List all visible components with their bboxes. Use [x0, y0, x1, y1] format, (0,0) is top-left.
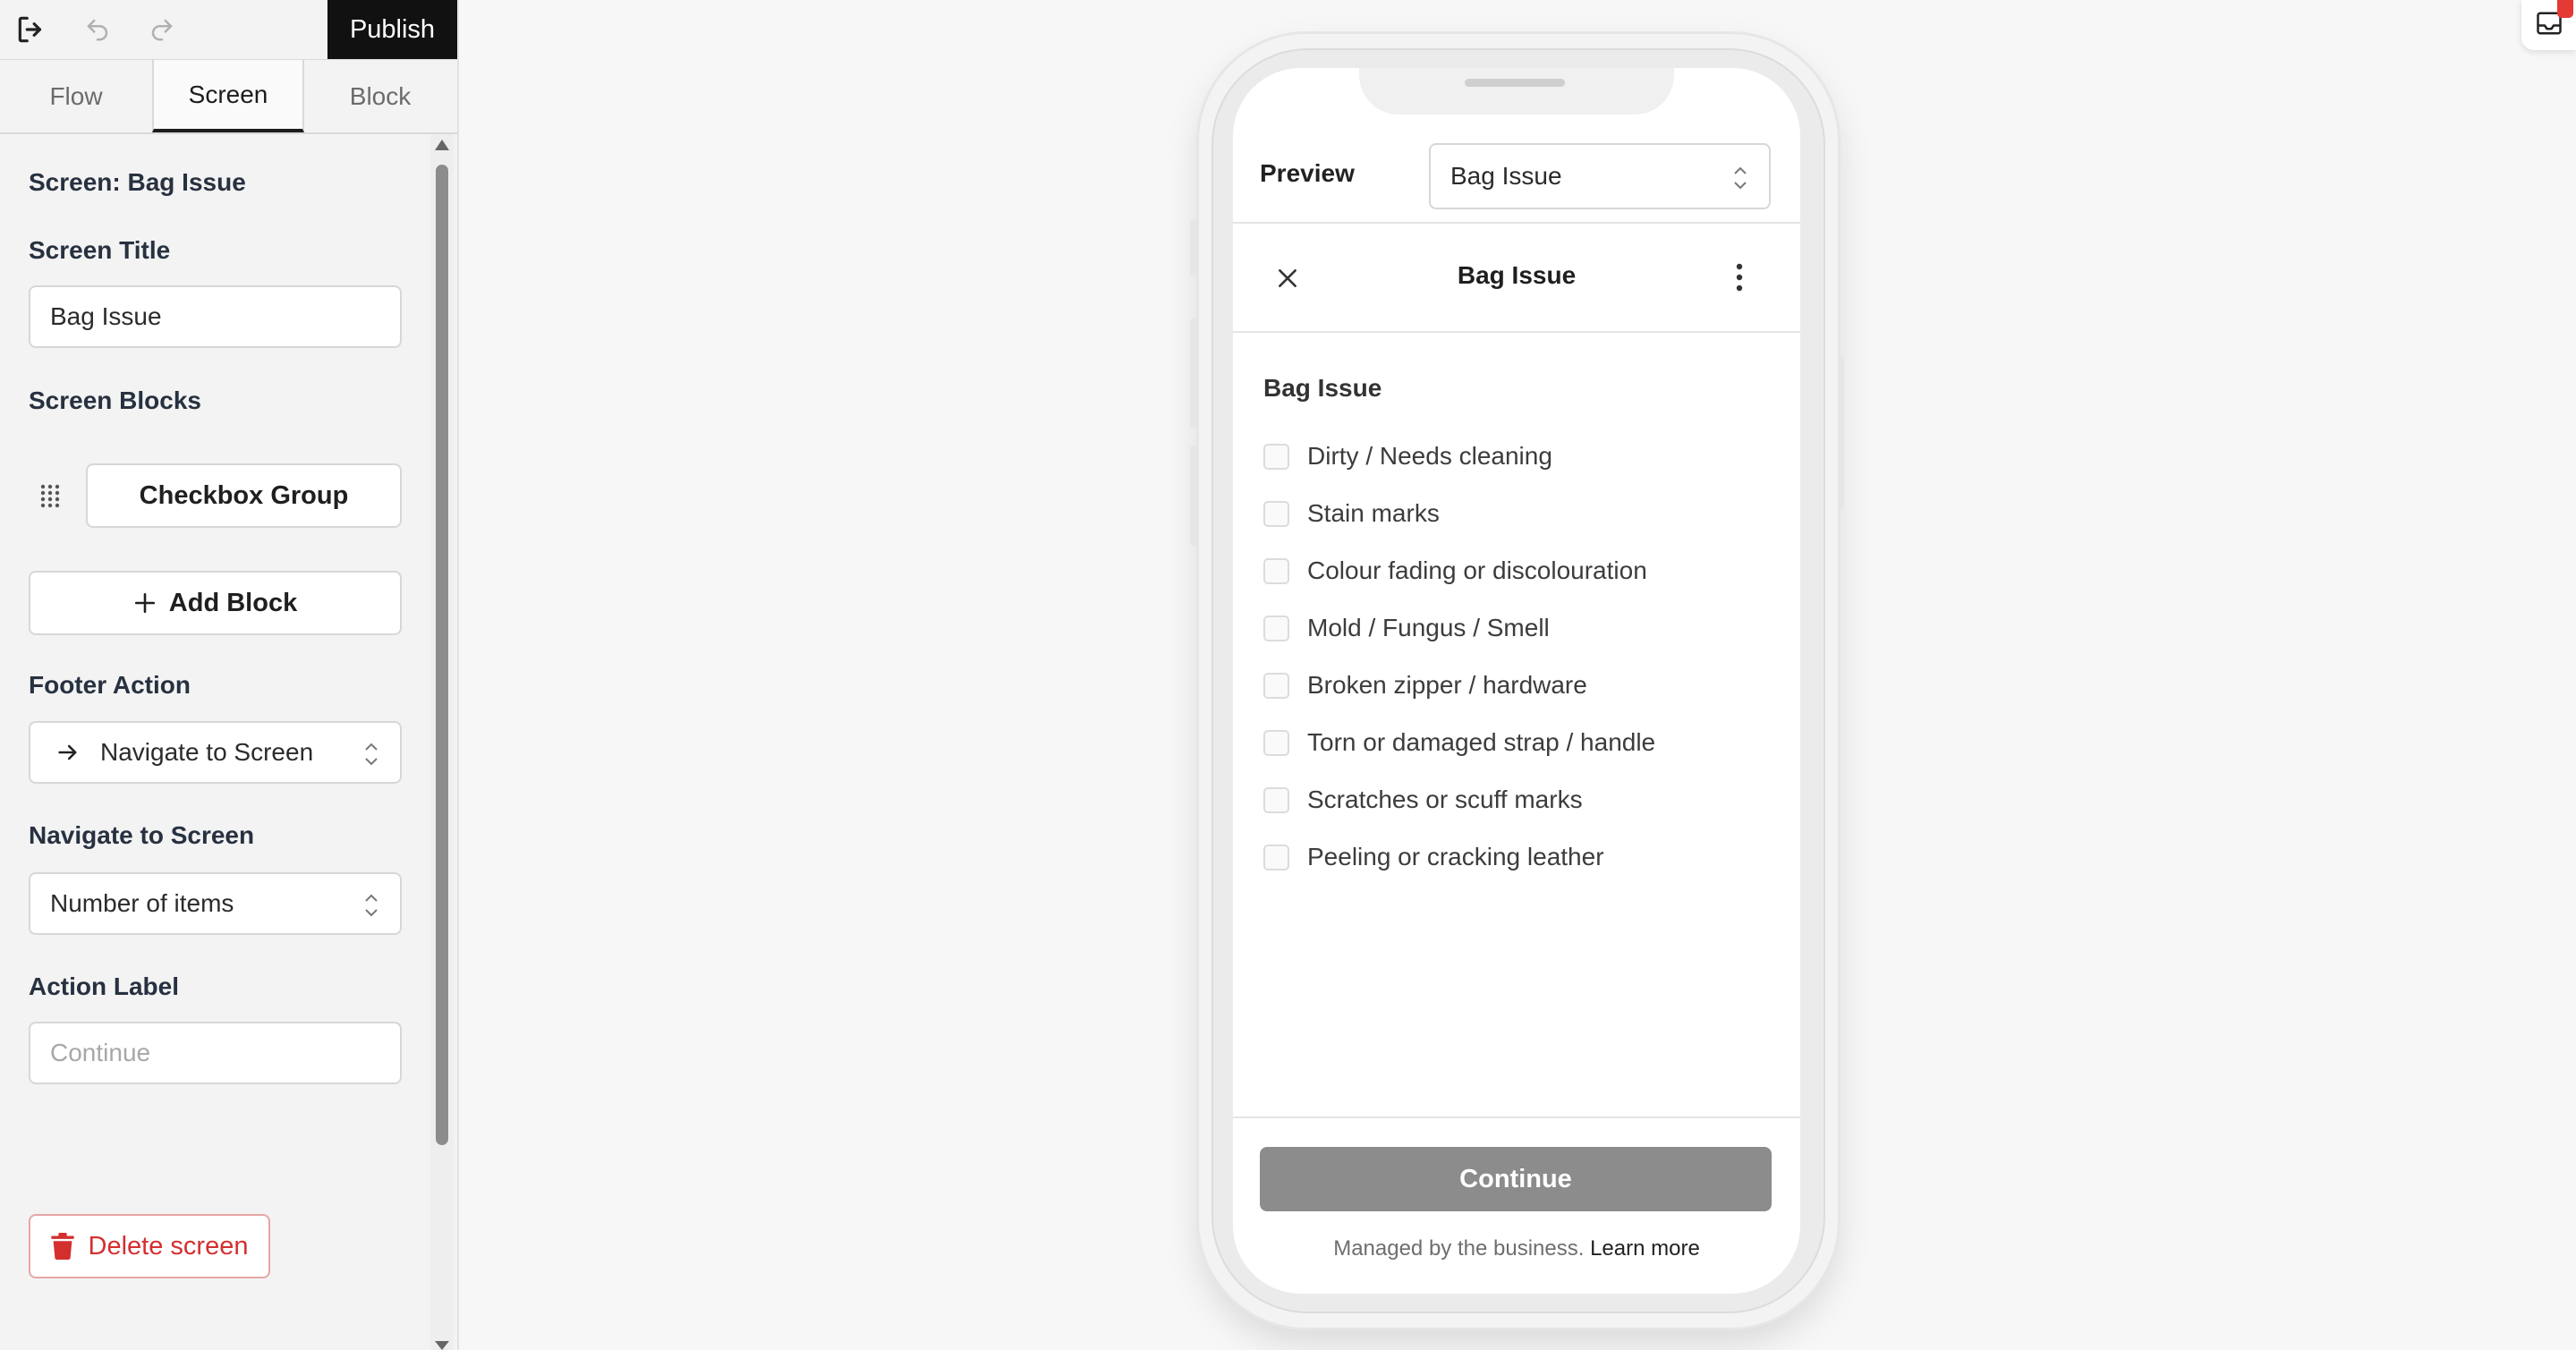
checkbox-option[interactable]: Dirty / Needs cleaning — [1263, 428, 1655, 485]
continue-button[interactable]: Continue — [1260, 1147, 1772, 1211]
panel-scrollbar[interactable] — [430, 134, 454, 1350]
checkbox-option-label: Peeling or cracking leather — [1307, 843, 1604, 870]
checkbox-option-label: Broken zipper / hardware — [1307, 671, 1587, 699]
checkbox-option[interactable]: Stain marks — [1263, 485, 1655, 542]
navigate-to-screen-value: Number of items — [50, 889, 234, 917]
checkbox[interactable] — [1263, 557, 1289, 584]
editor-panel: Publish Flow Screen Block Screen: Bag Is… — [0, 0, 459, 1350]
managed-notice: Managed by the business. Learn more — [1233, 1236, 1800, 1261]
checkbox[interactable] — [1263, 786, 1289, 813]
checkbox-option-label: Scratches or scuff marks — [1307, 785, 1583, 813]
add-block-button[interactable]: Add Block — [29, 571, 402, 635]
learn-more-link[interactable]: Learn more — [1590, 1236, 1700, 1261]
trash-icon — [50, 1233, 74, 1260]
inbox-widget[interactable] — [2521, 0, 2576, 50]
editor-toolbar: Publish — [0, 0, 457, 59]
screen-title-label: Screen Title — [29, 236, 171, 264]
checkbox-option[interactable]: Scratches or scuff marks — [1263, 771, 1655, 828]
navigate-to-screen-select[interactable]: Number of items — [29, 872, 402, 935]
phone-power-button — [1838, 356, 1844, 510]
scroll-thumb[interactable] — [436, 165, 448, 1145]
app-title: Bag Issue — [1457, 261, 1577, 289]
publish-button[interactable]: Publish — [327, 0, 457, 59]
add-block-label: Add Block — [168, 588, 298, 617]
checkbox-option[interactable]: Torn or damaged strap / handle — [1263, 714, 1655, 771]
managed-text: Managed by the business. — [1333, 1236, 1585, 1261]
preview-label: Preview — [1260, 159, 1355, 187]
select-arrows-icon — [365, 743, 378, 766]
tab-block[interactable]: Block — [304, 60, 456, 132]
editor-tabs: Flow Screen Block — [0, 59, 457, 134]
screen-blocks-label: Screen Blocks — [29, 386, 201, 414]
checkbox-group: Dirty / Needs cleaning Stain marks Colou… — [1263, 428, 1655, 886]
checkbox[interactable] — [1263, 443, 1289, 470]
phone-speaker — [1465, 79, 1565, 87]
phone-volume-up-button — [1190, 318, 1197, 428]
checkbox[interactable] — [1263, 672, 1289, 699]
screen-heading: Screen: Bag Issue — [29, 168, 246, 196]
select-arrows-icon — [365, 894, 378, 917]
action-label-input[interactable]: Continue — [29, 1022, 402, 1084]
footer-action-label: Footer Action — [29, 671, 191, 699]
app-header: Bag Issue — [1233, 224, 1800, 333]
checkbox-option-label: Colour fading or discolouration — [1307, 556, 1647, 584]
tab-screen[interactable]: Screen — [152, 60, 304, 132]
preview-screen-select[interactable]: Bag Issue — [1429, 143, 1771, 209]
navigate-to-screen-label: Navigate to Screen — [29, 821, 255, 849]
checkbox-option-label: Mold / Fungus / Smell — [1307, 614, 1550, 641]
select-arrows-icon — [1734, 166, 1747, 190]
checkbox[interactable] — [1263, 729, 1289, 756]
checkbox-option-label: Stain marks — [1307, 499, 1440, 527]
phone-mute-button — [1190, 220, 1197, 276]
footer-action-select[interactable]: Navigate to Screen — [29, 721, 402, 784]
exit-icon[interactable] — [11, 9, 52, 50]
tab-flow[interactable]: Flow — [0, 60, 152, 132]
block-item-checkbox-group[interactable]: Checkbox Group — [86, 463, 402, 528]
preview-bar: Preview Bag Issue — [1233, 132, 1800, 224]
screen-title-input[interactable]: Bag Issue — [29, 285, 402, 348]
scroll-up-icon[interactable] — [435, 140, 449, 150]
redo-icon[interactable] — [141, 9, 183, 50]
more-vertical-icon[interactable] — [1735, 263, 1744, 292]
checkbox-option[interactable]: Broken zipper / hardware — [1263, 657, 1655, 714]
plus-icon — [134, 592, 155, 614]
scroll-down-icon[interactable] — [435, 1341, 449, 1350]
checkbox-option-label: Torn or damaged strap / handle — [1307, 728, 1656, 756]
action-label-label: Action Label — [29, 972, 180, 1000]
phone-screen: Preview Bag Issue Bag Issue Bag Issue Di… — [1233, 68, 1800, 1294]
checkbox-group-label: Bag Issue — [1263, 374, 1382, 402]
drag-handle-icon[interactable] — [39, 483, 61, 513]
checkbox[interactable] — [1263, 844, 1289, 870]
checkbox-option[interactable]: Peeling or cracking leather — [1263, 828, 1655, 886]
undo-icon[interactable] — [77, 9, 118, 50]
phone-notch — [1359, 68, 1674, 115]
footer-divider — [1233, 1117, 1800, 1118]
checkbox-option-label: Dirty / Needs cleaning — [1307, 442, 1552, 470]
phone-volume-down-button — [1190, 446, 1197, 546]
preview-screen-value: Bag Issue — [1450, 162, 1562, 190]
arrow-right-icon — [58, 744, 77, 760]
checkbox-option[interactable]: Mold / Fungus / Smell — [1263, 599, 1655, 657]
footer-action-value: Navigate to Screen — [100, 738, 314, 766]
checkbox-option[interactable]: Colour fading or discolouration — [1263, 542, 1655, 599]
checkbox[interactable] — [1263, 615, 1289, 641]
notification-badge — [2557, 0, 2573, 18]
delete-screen-button[interactable]: Delete screen — [29, 1214, 270, 1278]
delete-screen-label: Delete screen — [88, 1231, 249, 1261]
checkbox[interactable] — [1263, 500, 1289, 527]
